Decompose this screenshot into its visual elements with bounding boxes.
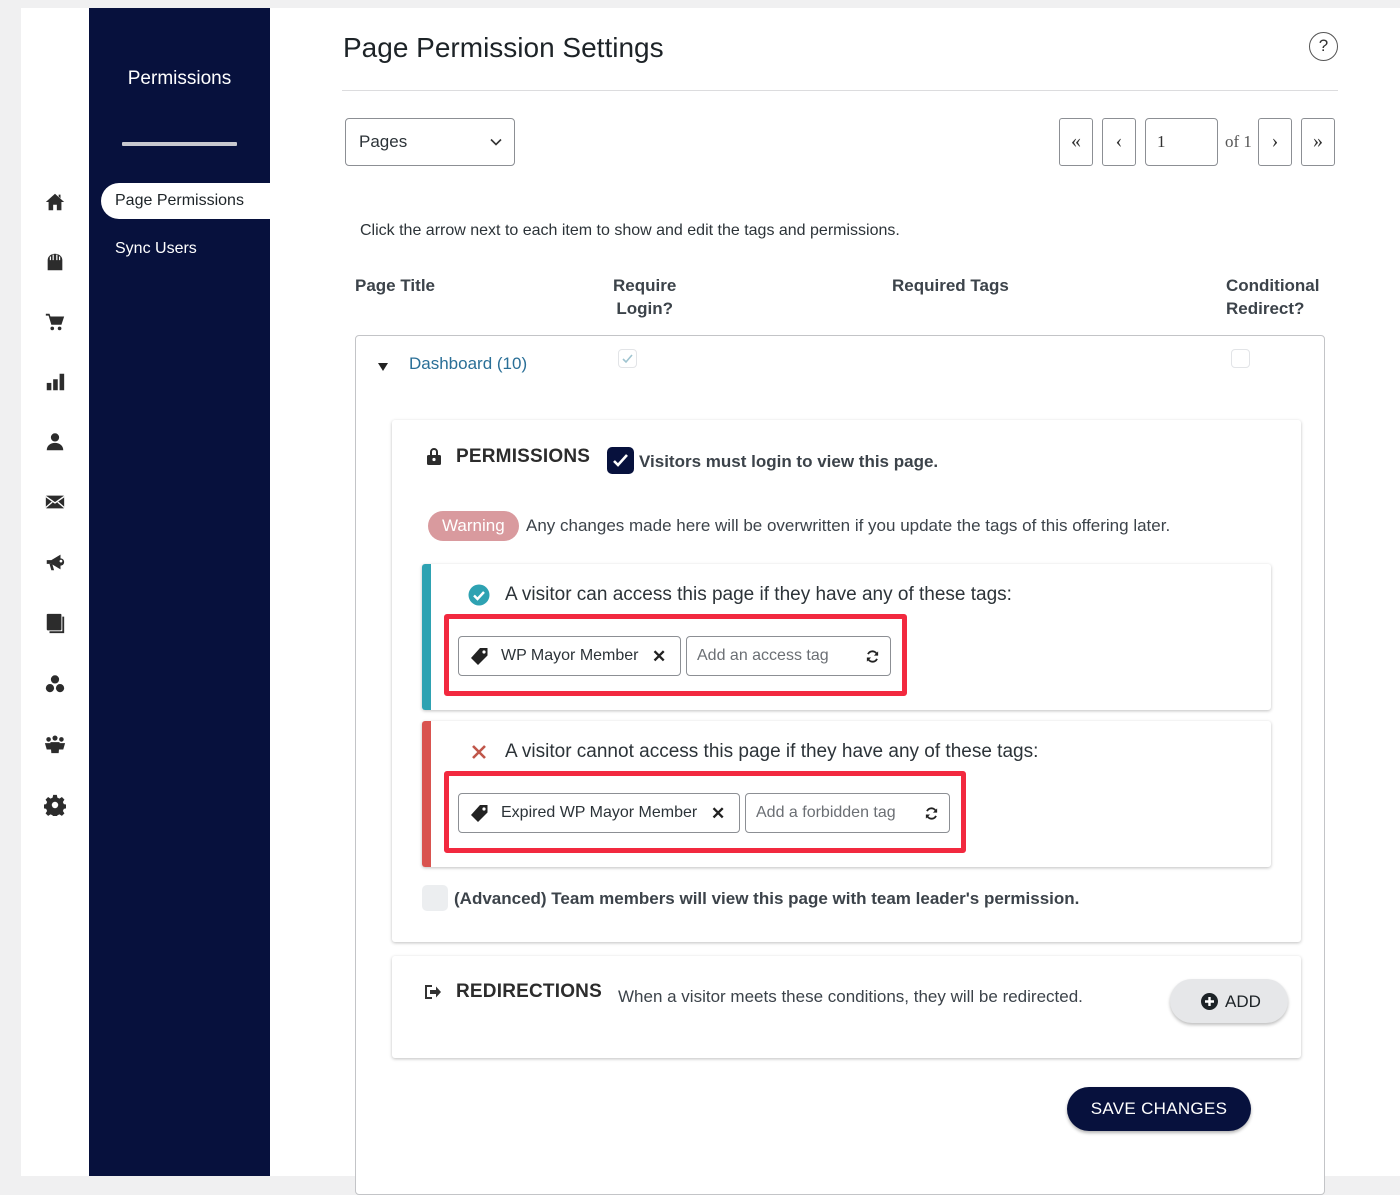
email-icon[interactable]	[43, 490, 67, 514]
deny-tags-highlight: Expired WP Mayor Member ✕ Add a forbidde…	[444, 771, 966, 853]
refresh-icon[interactable]	[924, 806, 939, 821]
team-permission-label: (Advanced) Team members will view this p…	[454, 889, 1080, 908]
permissions-heading: PERMISSIONS	[456, 446, 591, 467]
add-redirect-label: ADD	[1225, 992, 1261, 1011]
deny-rule-accent-bar	[422, 721, 431, 867]
require-login-checkbox[interactable]	[618, 349, 637, 368]
team-permission-checkbox[interactable]	[422, 885, 448, 911]
post-type-select-value: Pages	[359, 132, 408, 151]
login-required-label: Visitors must login to view this page.	[639, 452, 939, 471]
help-icon[interactable]: ?	[1309, 32, 1338, 61]
sidebar-divider	[122, 142, 237, 146]
store-icon[interactable]	[43, 250, 67, 274]
redirections-heading: REDIRECTIONS	[456, 981, 602, 1002]
tag-icon	[471, 805, 488, 822]
settings-gear-icon[interactable]	[43, 793, 67, 817]
warning-badge: Warning	[428, 511, 519, 541]
row-title-link[interactable]: Dashboard (10)	[409, 354, 527, 374]
sidebar-item-page-permissions[interactable]: Page Permissions	[101, 183, 270, 219]
first-page-button[interactable]: «	[1059, 118, 1093, 166]
sidebar-title: Permissions	[127, 68, 232, 89]
column-header-required-tags: Required Tags	[892, 276, 1009, 295]
book-icon[interactable]	[43, 611, 67, 635]
megaphone-icon[interactable]	[43, 550, 67, 574]
lock-icon	[427, 448, 441, 465]
tag-icon	[471, 648, 488, 665]
access-tag-input[interactable]: Add an access tag	[686, 636, 891, 676]
warning-text: Any changes made here will be overwritte…	[526, 516, 1171, 535]
page-count-label: of 1	[1225, 132, 1252, 151]
save-changes-button[interactable]: SAVE CHANGES	[1067, 1087, 1251, 1131]
page-title: Page Permission Settings	[343, 32, 664, 63]
icon-nav-bar	[21, 8, 89, 1176]
tag-chip: Expired WP Mayor Member ✕	[458, 793, 740, 833]
access-tag-placeholder: Add an access tag	[697, 647, 829, 664]
user-icon[interactable]	[43, 430, 67, 454]
cart-icon[interactable]	[43, 310, 67, 334]
main-content: Page Permission Settings ? Pages « ‹ 1 o…	[270, 8, 1400, 1195]
login-required-checkbox[interactable]	[607, 447, 634, 474]
header-divider	[342, 90, 1338, 91]
expand-caret-icon[interactable]	[378, 363, 388, 371]
forbidden-tag-placeholder: Add a forbidden tag	[756, 804, 896, 821]
redirections-description: When a visitor meets these conditions, t…	[618, 987, 1083, 1006]
column-header-page-title: Page Title	[355, 276, 435, 295]
plus-circle-icon	[1201, 993, 1218, 1010]
chevron-down-icon	[490, 138, 502, 146]
tag-chip-label: WP Mayor Member	[501, 647, 639, 664]
table-row: Dashboard (10) PERMISSIONS Visitors must…	[355, 335, 1325, 1195]
team-icon[interactable]	[43, 732, 67, 756]
allow-tags-highlight: WP Mayor Member ✕ Add an access tag	[444, 614, 907, 696]
prev-page-button[interactable]: ‹	[1102, 118, 1136, 166]
remove-tag-icon[interactable]: ✕	[711, 804, 725, 824]
check-icon	[622, 354, 633, 364]
post-type-select[interactable]: Pages	[345, 118, 515, 166]
column-header-require-login: Require Login?	[613, 276, 677, 318]
conditional-redirect-checkbox[interactable]	[1231, 349, 1250, 368]
check-icon	[613, 454, 628, 467]
deny-rule-text: A visitor cannot access this page if the…	[505, 741, 1039, 762]
sign-out-icon	[425, 985, 441, 999]
column-header-conditional-redirect: Conditional Redirect?	[1226, 276, 1320, 318]
instructions-text: Click the arrow next to each item to sho…	[360, 222, 900, 239]
x-icon	[472, 745, 486, 759]
add-redirect-button[interactable]: ADD	[1170, 979, 1288, 1023]
page-number-input[interactable]: 1	[1145, 118, 1218, 166]
reports-icon[interactable]	[43, 370, 67, 394]
permissions-panel: PERMISSIONS Visitors must login to view …	[392, 420, 1301, 942]
tag-chip: WP Mayor Member ✕	[458, 636, 681, 676]
refresh-icon[interactable]	[865, 649, 880, 664]
circles-icon[interactable]	[43, 672, 67, 696]
forbidden-tag-input[interactable]: Add a forbidden tag	[745, 793, 950, 833]
tag-chip-label: Expired WP Mayor Member	[501, 804, 698, 821]
remove-tag-icon[interactable]: ✕	[652, 647, 666, 667]
sidebar-item-sync-users[interactable]: Sync Users	[101, 231, 197, 267]
home-icon[interactable]	[43, 190, 67, 214]
sidebar: Permissions Page Permissions Sync Users	[89, 8, 270, 1176]
check-circle-icon	[468, 584, 490, 606]
next-page-button[interactable]: ›	[1258, 118, 1292, 166]
allow-rule-text: A visitor can access this page if they h…	[505, 584, 1012, 605]
allow-rule-accent-bar	[422, 564, 431, 710]
last-page-button[interactable]: »	[1301, 118, 1335, 166]
redirections-panel: REDIRECTIONS When a visitor meets these …	[392, 956, 1301, 1058]
